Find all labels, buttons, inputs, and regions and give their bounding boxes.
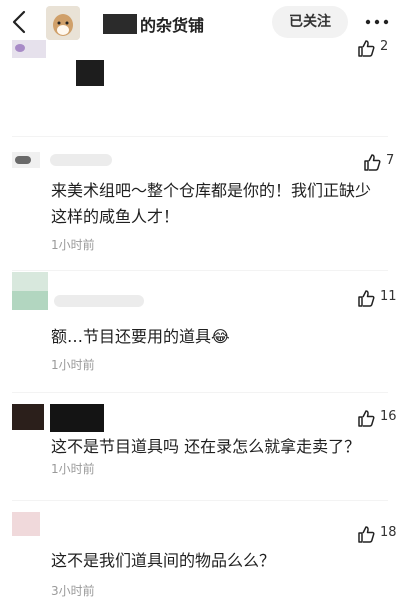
timestamp: 1小时前 [51,358,95,372]
like-button[interactable]: 7 [362,152,400,172]
separator [12,136,388,137]
like-button[interactable]: 2 [356,38,400,58]
like-count: 7 [386,153,395,168]
comment-item: 18 这不是我们道具间的物品么么？ 3小时前 [0,500,400,600]
thumbs-up-icon [358,526,375,543]
blur-block [76,60,104,86]
username-mask [50,404,104,432]
timestamp: 1小时前 [51,462,95,476]
like-count: 2 [380,39,389,54]
avatar [12,272,48,310]
like-button[interactable]: 18 [356,524,400,544]
comment-item: 7 来美术组吧～整个仓库都是你的！我们正缺少这样的咸鱼人才！ 1小时前 [0,144,400,268]
title-mask [103,14,137,34]
like-count: 16 [380,409,397,424]
avatar [12,404,44,430]
like-count: 11 [380,289,397,304]
like-count: 18 [380,525,397,540]
follow-button[interactable]: 已关注 [272,6,348,38]
avatar [12,512,40,536]
avatar-mark [15,44,25,52]
username-blur [50,154,112,166]
comment-item: 11 额…节目还要用的道具😂 1小时前 [0,268,400,382]
username-blur [54,295,144,307]
timestamp: 3小时前 [51,584,95,598]
more-dots-icon[interactable] [362,14,392,30]
thumbs-up-icon [364,154,381,171]
comment-text: 来美术组吧～整个仓库都是你的！我们正缺少这样的咸鱼人才！ [51,181,372,226]
comment-text: 这不是我们道具间的物品么么？ [51,551,276,570]
timestamp: 1小时前 [51,238,95,252]
thumbs-up-icon [358,40,375,57]
thumbs-up-icon [358,410,375,427]
avatar-mark [15,156,31,164]
shop-avatar[interactable] [46,6,80,40]
like-button[interactable]: 11 [356,288,400,308]
like-button[interactable]: 16 [356,408,400,428]
comment-text: 这不是节目道具吗 还在录怎么就拿走卖了？ [51,437,361,456]
comment-item: 16 这不是节目道具吗 还在录怎么就拿走卖了？ 1小时前 [0,392,400,500]
back-arrow-icon[interactable] [8,9,32,35]
comment-text: 额…节目还要用的道具😂 [51,327,230,346]
comment-item: 2 [0,36,400,132]
thumbs-up-icon [358,290,375,307]
